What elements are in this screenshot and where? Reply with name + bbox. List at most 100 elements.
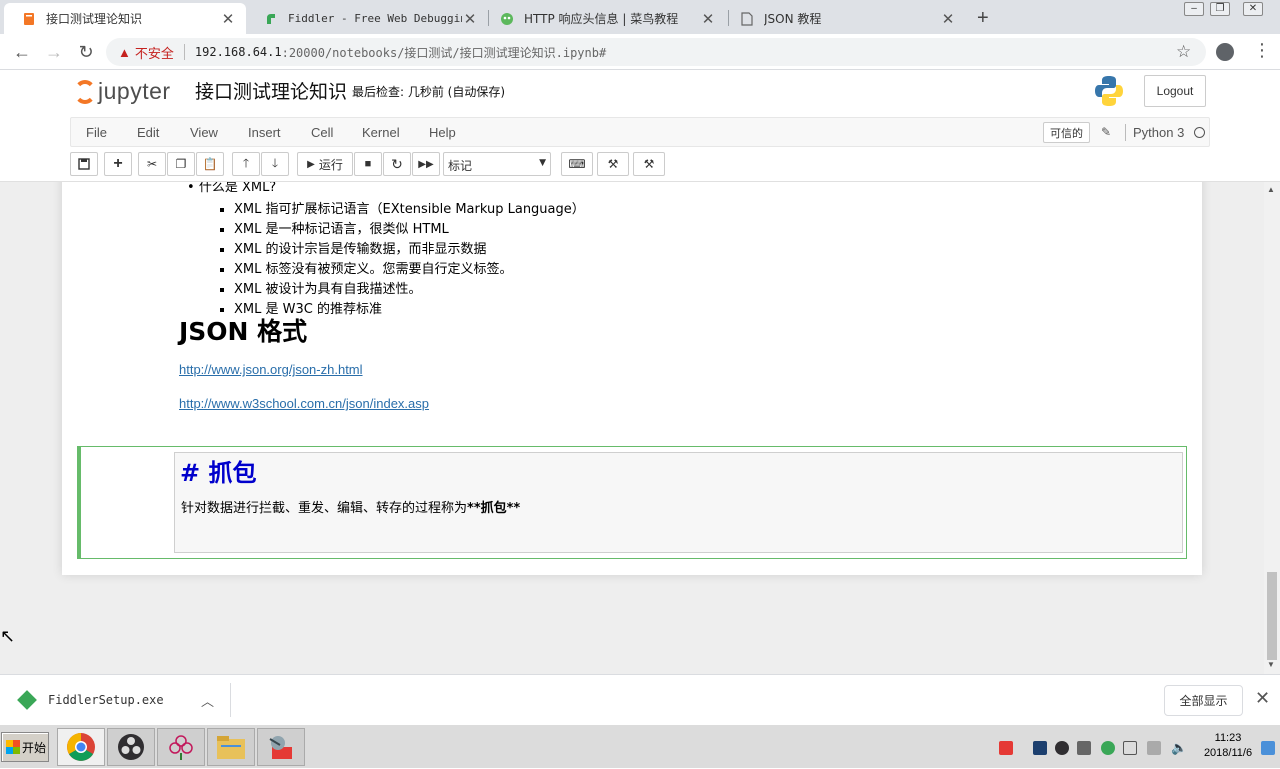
menu-help[interactable]: Help	[429, 125, 456, 140]
chevron-up-icon[interactable]: ︿	[201, 691, 214, 710]
copy-icon[interactable]: ❐	[167, 152, 195, 176]
run-button[interactable]: ▶ 运行	[297, 152, 353, 176]
list-item: XML 被设计为具有自我描述性。	[234, 280, 585, 300]
save-icon[interactable]	[70, 152, 98, 176]
show-all-downloads-button[interactable]: 全部显示	[1164, 685, 1243, 716]
insecure-label[interactable]: 不安全	[135, 43, 174, 62]
vmware-tray-icon[interactable]	[1077, 741, 1091, 755]
close-tab-icon[interactable]: ✕	[700, 10, 716, 28]
jupyter-logo[interactable]: jupyter	[74, 78, 171, 105]
windows-taskbar: 开始 🔈 11:23 2018/11/6	[0, 724, 1280, 768]
editor-text-prefix: 针对数据进行拦截、重发、编辑、转存的过程称为	[181, 501, 468, 516]
list-item: XML 的设计宗旨是传输数据，而非显示数据	[234, 240, 585, 260]
close-tab-icon[interactable]: ✕	[220, 10, 236, 28]
notebook-icon	[22, 12, 36, 26]
insert-cell-icon[interactable]: +	[104, 152, 132, 176]
menu-file[interactable]: File	[86, 125, 107, 140]
menu-cell[interactable]: Cell	[311, 125, 333, 140]
tab-title: 接口测试理论知识	[46, 12, 143, 26]
menu-insert[interactable]: Insert	[248, 125, 281, 140]
taskbar-clock[interactable]: 11:23 2018/11/6	[1198, 731, 1258, 761]
show-desktop-icon[interactable]	[1261, 741, 1275, 755]
menu-view[interactable]: View	[190, 125, 218, 140]
taskbar-tool-app[interactable]	[257, 728, 305, 766]
scroll-up-icon[interactable]: ▲	[1267, 185, 1275, 194]
taskbar-explorer[interactable]	[207, 728, 255, 766]
kernel-divider	[1125, 124, 1126, 141]
close-download-shelf-icon[interactable]: ✕	[1255, 688, 1270, 709]
clock-time: 11:23	[1214, 732, 1242, 744]
close-window-button[interactable]: ✕	[1243, 2, 1263, 16]
fast-forward-icon[interactable]: ▶▶	[412, 152, 440, 176]
forward-arrow-icon[interactable]: →	[42, 40, 66, 64]
device-tray-icon[interactable]	[1123, 741, 1137, 755]
close-tab-icon[interactable]: ✕	[462, 10, 478, 28]
back-arrow-icon[interactable]: ←	[10, 40, 34, 64]
taskbar-obs[interactable]	[107, 728, 155, 766]
restart-icon[interactable]: ↻	[383, 152, 411, 176]
jupyter-logo-icon	[74, 79, 96, 104]
browser-tab-fiddler[interactable]: Fiddler - Free Web Debugging ✕	[246, 3, 488, 34]
move-up-icon[interactable]: 🡑	[232, 152, 260, 176]
browser-tab-json[interactable]: JSON 教程 ✕	[722, 3, 966, 34]
address-bar[interactable]: ▲ 不安全 192.168.64.1 :20000/notebooks/接口测试…	[106, 38, 1206, 66]
vs-tray-icon[interactable]	[1033, 741, 1047, 755]
security-tray-icon[interactable]	[1101, 741, 1115, 755]
trusted-badge[interactable]: 可信的	[1043, 122, 1090, 143]
keyboard-icon[interactable]: ⌨	[561, 152, 593, 176]
move-down-icon[interactable]: 🡓	[261, 152, 289, 176]
scrollbar-thumb[interactable]	[1267, 572, 1277, 660]
hammer-icon[interactable]: ⚒	[633, 152, 665, 176]
close-tab-icon[interactable]: ✕	[940, 10, 956, 28]
taskbar-flower-app[interactable]	[157, 728, 205, 766]
notebook-scroll-area[interactable]: • 什么是 XML? XML 指可扩展标记语言（EXtensible Marku…	[0, 182, 1264, 674]
browser-tab-notebook[interactable]: 接口测试理论知识 ✕	[4, 3, 246, 34]
pencil-icon[interactable]: ✎	[1101, 125, 1111, 139]
cell-editor[interactable]: # 抓包 针对数据进行拦截、重发、编辑、转存的过程称为**抓包**	[174, 452, 1183, 553]
new-tab-button[interactable]: +	[977, 7, 989, 30]
scroll-down-icon[interactable]: ▼	[1267, 660, 1275, 669]
obs-tray-icon[interactable]	[1055, 741, 1069, 755]
volume-icon[interactable]: 🔈	[1171, 741, 1187, 755]
cell-type-select[interactable]: 标记 ▼	[443, 152, 551, 176]
notebook-container: • 什么是 XML? XML 指可扩展标记语言（EXtensible Marku…	[62, 182, 1202, 575]
paste-icon[interactable]: 📋	[196, 152, 224, 176]
logout-button[interactable]: Logout	[1144, 75, 1206, 107]
editor-text-bold: **抓包**	[467, 501, 521, 516]
profile-avatar-icon[interactable]	[1216, 43, 1234, 61]
runoob-icon	[500, 12, 514, 26]
menu-kernel[interactable]: Kernel	[362, 125, 400, 140]
notebook-menubar: File Edit View Insert Cell Kernel Help 可…	[70, 117, 1210, 147]
network-tray-icon[interactable]	[1147, 741, 1161, 755]
bookmark-star-icon[interactable]: ☆	[1176, 42, 1191, 62]
vertical-scrollbar[interactable]: ▲ ▼	[1264, 182, 1280, 674]
sogou-input-icon[interactable]	[999, 741, 1013, 755]
interrupt-icon[interactable]: ■	[354, 152, 382, 176]
minimize-window-button[interactable]: –	[1184, 2, 1204, 16]
start-button[interactable]: 开始	[1, 732, 49, 762]
browser-tab-runoob[interactable]: HTTP 响应头信息 | 菜鸟教程 ✕	[482, 3, 726, 34]
restore-window-button[interactable]: ❐	[1210, 2, 1230, 16]
json-org-link[interactable]: http://www.json.org/json-zh.html	[179, 362, 363, 377]
obs-icon	[118, 734, 144, 760]
selected-markdown-cell[interactable]: # 抓包 针对数据进行拦截、重发、编辑、转存的过程称为**抓包**	[77, 446, 1187, 559]
menu-edit[interactable]: Edit	[137, 125, 159, 140]
w3school-link[interactable]: http://www.w3school.com.cn/json/index.as…	[179, 396, 429, 411]
browser-tab-strip: 接口测试理论知识 ✕ Fiddler - Free Web Debugging …	[0, 0, 1280, 34]
notebook-title[interactable]: 接口测试理论知识	[195, 77, 347, 104]
kernel-name: Python 3	[1133, 125, 1185, 140]
xml-question-text: 什么是 XML?	[198, 182, 277, 195]
notebook-toolbar: + ✂ ❐ 📋 🡑 🡓 ▶ 运行 ■ ↻ ▶▶ 标记 ▼ ⌨ ⚒ ⚒	[70, 152, 690, 176]
clock-date: 2018/11/6	[1203, 747, 1253, 759]
download-item[interactable]: FiddlerSetup.exe	[17, 690, 164, 710]
browser-toolbar: ← → ↻ ▲ 不安全 192.168.64.1 :20000/notebook…	[0, 34, 1280, 70]
list-item: XML 是一种标记语言，很类似 HTML	[234, 220, 585, 240]
cut-icon[interactable]: ✂	[138, 152, 166, 176]
warning-icon[interactable]: ▲	[118, 45, 131, 60]
omnibox-divider	[183, 44, 185, 60]
xml-facts-list: XML 指可扩展标记语言（EXtensible Markup Language）…	[234, 200, 585, 320]
tools-icon[interactable]: ⚒	[597, 152, 629, 176]
browser-menu-icon[interactable]: ⋮	[1253, 40, 1271, 61]
taskbar-chrome[interactable]	[57, 728, 105, 766]
reload-icon[interactable]: ↻	[74, 40, 98, 64]
